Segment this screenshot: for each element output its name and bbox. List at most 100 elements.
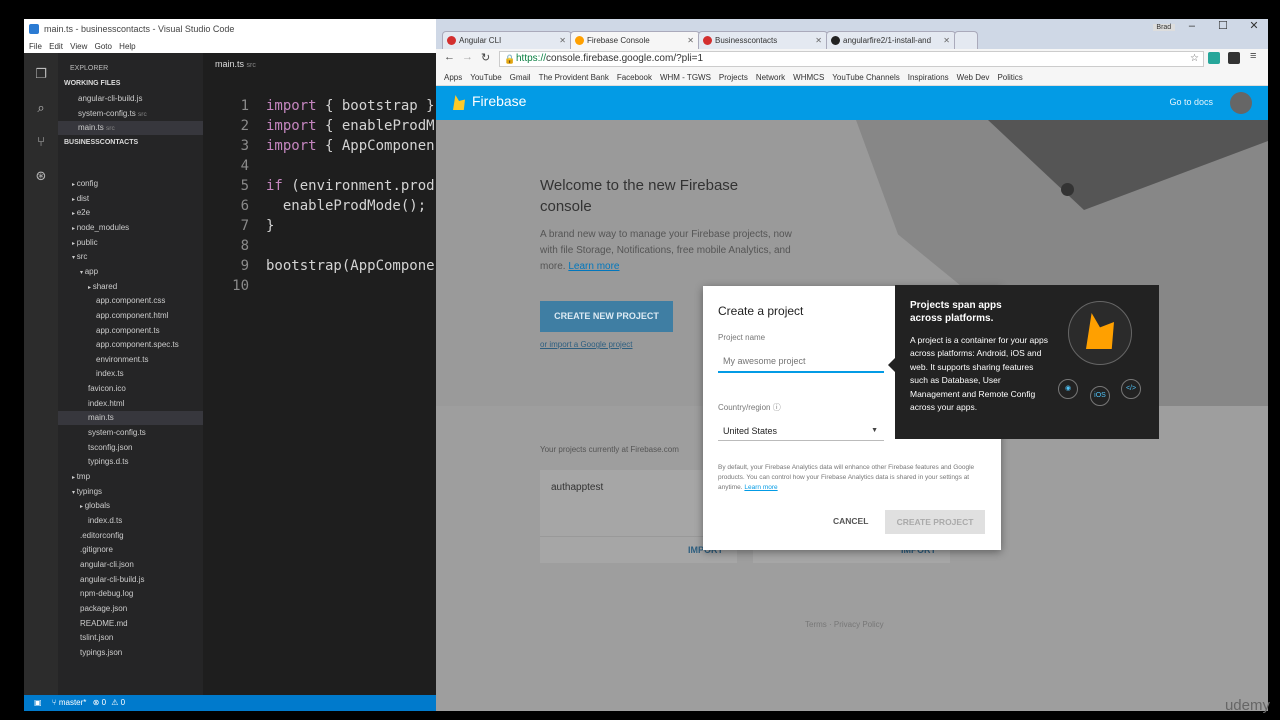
back-icon[interactable]: ←	[444, 51, 455, 63]
tab-firebase-console[interactable]: Firebase Console ✕	[570, 31, 700, 49]
close-window-icon[interactable]: ✕	[1240, 19, 1268, 32]
tree-item[interactable]: system-config.ts	[88, 426, 146, 440]
tree-item[interactable]: typings.json	[80, 646, 122, 660]
menu-help[interactable]: Help	[119, 40, 135, 53]
create-project-button[interactable]: CREATE PROJECT	[885, 510, 985, 534]
menu-view[interactable]: View	[70, 40, 87, 53]
tree-item[interactable]: ▸ config	[72, 177, 98, 191]
tree-item[interactable]: npm-debug.log	[80, 587, 133, 601]
avatar[interactable]	[1230, 92, 1252, 114]
bookmark-item[interactable]: Projects	[719, 69, 748, 85]
star-icon[interactable]: ☆	[1190, 52, 1199, 66]
tree-item[interactable]: .gitignore	[80, 543, 113, 557]
tree-item[interactable]: index.html	[88, 397, 124, 411]
cancel-button[interactable]: CANCEL	[833, 516, 868, 526]
tree-item[interactable]: ▾ app	[80, 265, 98, 279]
tree-item[interactable]: package.json	[80, 602, 127, 616]
new-tab-button[interactable]	[954, 31, 978, 49]
tab-angular-cli[interactable]: Angular CLI ✕	[442, 31, 572, 49]
close-icon[interactable]: ✕	[815, 32, 822, 49]
bookmark-item[interactable]: Network	[756, 69, 785, 85]
extension-icon[interactable]	[1208, 52, 1220, 64]
extension-icon[interactable]	[1228, 52, 1240, 64]
firebase-brand[interactable]: Firebase	[472, 93, 526, 109]
explorer-icon[interactable]: ❐	[33, 66, 49, 82]
tree-item[interactable]: .editorconfig	[80, 529, 124, 543]
working-file-item-active[interactable]: main.ts src	[58, 121, 203, 135]
editor-tab-path: src	[246, 62, 256, 69]
bookmark-item[interactable]: Apps	[444, 69, 462, 85]
tree-item[interactable]: angular-cli.json	[80, 558, 134, 572]
bookmark-item[interactable]: WHM - TGWS	[660, 69, 711, 85]
menu-edit[interactable]: Edit	[49, 40, 63, 53]
url-input[interactable]: 🔒 https://console.firebase.google.com/?p…	[499, 51, 1204, 67]
tree-item[interactable]: index.d.ts	[88, 514, 122, 528]
tree-item[interactable]: app.component.html	[96, 309, 169, 323]
error-count[interactable]: 0	[102, 698, 106, 707]
tree-item[interactable]: ▸ node_modules	[72, 221, 129, 235]
tree-item[interactable]: tslint.json	[80, 631, 113, 645]
learn-more-link[interactable]: Learn more	[568, 261, 619, 272]
branch-name[interactable]: master*	[59, 698, 87, 707]
bookmark-item[interactable]: Politics	[997, 69, 1022, 85]
tree-item[interactable]: typings.d.ts	[88, 455, 128, 469]
tree-item[interactable]: ▸ tmp	[72, 470, 90, 484]
tree-item[interactable]: index.ts	[96, 367, 124, 381]
terms-link[interactable]: Terms	[805, 620, 827, 629]
tree-item[interactable]: tsconfig.json	[88, 441, 132, 455]
tree-item[interactable]: favicon.ico	[88, 382, 126, 396]
menu-icon[interactable]: ≡	[1250, 50, 1256, 62]
tree-item[interactable]: ▸ dist	[72, 192, 89, 206]
profile-name[interactable]: Brad	[1152, 24, 1175, 31]
menu-goto[interactable]: Goto	[95, 40, 112, 53]
import-google-project-link[interactable]: or import a Google project	[540, 340, 633, 349]
tree-item[interactable]: environment.ts	[96, 353, 148, 367]
create-new-project-button[interactable]: CREATE NEW PROJECT	[540, 301, 673, 332]
tree-item[interactable]: angular-cli-build.js	[80, 573, 144, 587]
tree-item[interactable]: ▸ e2e	[72, 206, 90, 220]
go-to-docs-link[interactable]: Go to docs	[1169, 97, 1213, 107]
git-icon[interactable]: ⑂	[33, 134, 49, 150]
tree-item[interactable]: ▸ public	[72, 236, 98, 250]
tab-angularfire2[interactable]: angularfire2/1-install-and ✕	[826, 31, 956, 49]
working-file-item[interactable]: system-config.ts src	[78, 107, 147, 121]
search-icon[interactable]: ⌕	[33, 100, 49, 116]
tree-item[interactable]: ▸ globals	[80, 499, 110, 513]
tree-item[interactable]: app.component.ts	[96, 324, 160, 338]
close-icon[interactable]: ✕	[559, 32, 566, 49]
tree-item[interactable]: app.component.css	[96, 294, 165, 308]
menu-file[interactable]: File	[29, 40, 42, 53]
country-select[interactable]: United States ▼	[718, 421, 884, 441]
tree-item[interactable]: app.component.spec.ts	[96, 338, 179, 352]
bookmark-item[interactable]: Gmail	[510, 69, 531, 85]
tab-businesscontacts[interactable]: Businesscontacts ✕	[698, 31, 828, 49]
debug-icon[interactable]: ⊛	[33, 168, 49, 184]
warning-count[interactable]: 0	[121, 698, 125, 707]
bookmark-item[interactable]: YouTube	[470, 69, 501, 85]
working-files-heading[interactable]: WORKING FILES	[64, 77, 120, 91]
tree-item[interactable]: ▸ shared	[88, 280, 117, 294]
help-icon[interactable]: ⓘ	[773, 403, 781, 412]
bookmark-item[interactable]: Inspirations	[908, 69, 949, 85]
bookmark-item[interactable]: The Provident Bank	[539, 69, 609, 85]
tree-item[interactable]: main.ts	[58, 411, 203, 426]
project-name-input[interactable]	[718, 351, 884, 373]
working-file-item[interactable]: angular-cli-build.js	[78, 92, 142, 106]
privacy-link[interactable]: Privacy Policy	[834, 620, 884, 629]
bookmark-item[interactable]: YouTube Channels	[832, 69, 899, 85]
close-icon[interactable]: ✕	[687, 32, 694, 49]
tree-item[interactable]: ▾ src	[72, 250, 87, 264]
maximize-icon[interactable]: ☐	[1209, 19, 1237, 32]
editor-tab[interactable]: main.ts src	[215, 59, 256, 69]
bookmark-item[interactable]: Facebook	[617, 69, 652, 85]
disclaimer-learn-more-link[interactable]: Learn more	[744, 484, 777, 491]
tree-item[interactable]: ▾ typings	[72, 485, 102, 499]
bookmark-item[interactable]: Web Dev	[957, 69, 990, 85]
bookmark-item[interactable]: WHMCS	[793, 69, 824, 85]
reload-icon[interactable]: ↻	[481, 51, 490, 64]
project-heading[interactable]: BUSINESSCONTACTS	[64, 136, 138, 150]
forward-icon[interactable]: →	[462, 51, 473, 63]
close-icon[interactable]: ✕	[943, 32, 950, 49]
minimize-icon[interactable]: –	[1178, 20, 1206, 32]
tree-item[interactable]: README.md	[80, 617, 128, 631]
